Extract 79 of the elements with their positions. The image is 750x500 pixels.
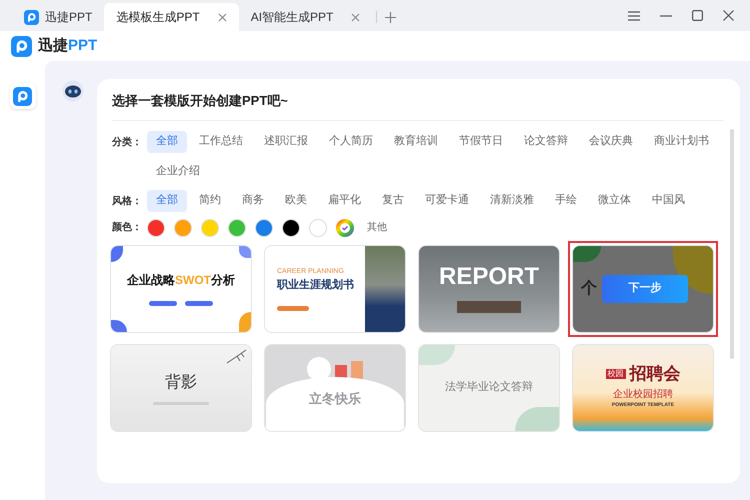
corner-decoration — [111, 320, 127, 332]
color-swatch[interactable] — [201, 218, 219, 236]
blob-decoration — [573, 246, 601, 262]
filter-option[interactable]: 复古 — [373, 190, 413, 212]
filter-option[interactable]: 清新淡雅 — [481, 190, 543, 212]
ink-branch-icon — [225, 348, 247, 364]
slide-title: REPORT — [438, 264, 539, 288]
menu-icon[interactable] — [628, 10, 640, 20]
tab[interactable]: AI智能生成PPT — [238, 3, 372, 31]
cabin-photo-placeholder — [457, 300, 521, 312]
tab[interactable]: 迅捷PPT — [12, 3, 104, 31]
next-step-button[interactable]: 下一步 — [602, 274, 688, 302]
filter-label: 颜色： — [112, 220, 143, 235]
app-brand: 迅捷PPT — [38, 36, 98, 56]
filter-option[interactable]: 全部 — [147, 130, 187, 152]
prompt-text: 选择一套模版开始创建PPT吧~ — [112, 79, 724, 120]
app-logo-icon — [11, 36, 32, 56]
color-swatch[interactable] — [228, 218, 246, 236]
color-swatch[interactable] — [174, 218, 192, 236]
slide-title: 立冬快乐 — [309, 390, 361, 408]
slide-title: 法学毕业论文答辩 — [445, 379, 533, 396]
corner-decoration — [239, 246, 251, 258]
slide-title: 企业战略SWOT分析 — [127, 272, 235, 289]
filter-label: 风格： — [112, 194, 143, 208]
blob-decoration — [419, 344, 455, 364]
close-tab-icon[interactable] — [351, 12, 360, 22]
color-swatch[interactable] — [147, 218, 165, 236]
new-tab-icon[interactable] — [385, 12, 396, 23]
bear-drawing — [307, 356, 331, 380]
filter-option[interactable]: 企业介绍 — [147, 160, 209, 182]
filter-option[interactable]: 扁平化 — [319, 190, 370, 212]
color-wheel-icon[interactable] — [336, 218, 354, 236]
blob-decoration — [515, 406, 559, 430]
app-logo-icon — [13, 86, 32, 106]
close-tab-icon[interactable] — [218, 12, 227, 22]
slide-badge: 校园 — [606, 369, 626, 380]
corner-decoration — [111, 246, 123, 262]
filter-option[interactable]: 节假节日 — [450, 130, 512, 152]
filter-option[interactable]: 全部 — [147, 190, 187, 212]
filter-option[interactable]: 工作总结 — [190, 130, 252, 152]
corner-decoration — [239, 312, 251, 332]
tab-label: 选模板生成PPT — [116, 9, 200, 26]
robot-avatar-icon — [62, 80, 84, 102]
tab-label: AI智能生成PPT — [250, 9, 334, 26]
close-icon[interactable] — [723, 10, 734, 21]
placeholder-bar — [277, 306, 309, 310]
placeholder-bar — [185, 301, 213, 306]
placeholder-bar — [149, 301, 177, 306]
filter-option[interactable]: 论文答辩 — [515, 130, 577, 152]
other-colors-link[interactable]: 其他 — [367, 220, 387, 235]
scrollbar-thumb[interactable] — [730, 129, 734, 359]
color-swatch[interactable] — [309, 218, 327, 236]
minimize-icon[interactable] — [660, 14, 672, 16]
color-swatch[interactable] — [282, 218, 300, 236]
tab-label: 迅捷PPT — [45, 9, 92, 26]
color-swatch[interactable] — [255, 218, 273, 236]
filter-option[interactable]: 手绘 — [546, 190, 586, 212]
tab[interactable]: 选模板生成PPT — [104, 3, 239, 31]
filter-option[interactable]: 可爱卡通 — [416, 190, 478, 212]
slide-subtitle: 企业校园招聘 — [613, 388, 673, 402]
slide-title: 职业生涯规划书 — [277, 278, 355, 293]
filter-option[interactable]: 中国风 — [643, 190, 694, 212]
filter-option[interactable]: 述职汇报 — [255, 130, 317, 152]
filter-option[interactable]: 会议庆典 — [580, 130, 642, 152]
filter-option[interactable]: 欧美 — [276, 190, 316, 212]
filter-option[interactable]: 微立体 — [589, 190, 640, 212]
slide-title: 招聘会 — [630, 366, 680, 383]
slide-title: 个 — [581, 278, 597, 298]
maximize-icon[interactable] — [692, 10, 703, 21]
filter-option[interactable]: 商务 — [233, 190, 273, 212]
filter-label: 分类： — [112, 136, 143, 150]
app-logo-icon — [24, 10, 39, 24]
filter-option[interactable]: 简约 — [190, 190, 230, 212]
filter-option[interactable]: 个人简历 — [320, 130, 382, 152]
sidebar-item[interactable] — [10, 83, 36, 109]
slide-title: 背影 — [165, 371, 197, 393]
filter-option[interactable]: 商业计划书 — [645, 130, 718, 152]
gift-drawing — [351, 360, 363, 380]
filter-option[interactable]: 教育培训 — [385, 130, 447, 152]
